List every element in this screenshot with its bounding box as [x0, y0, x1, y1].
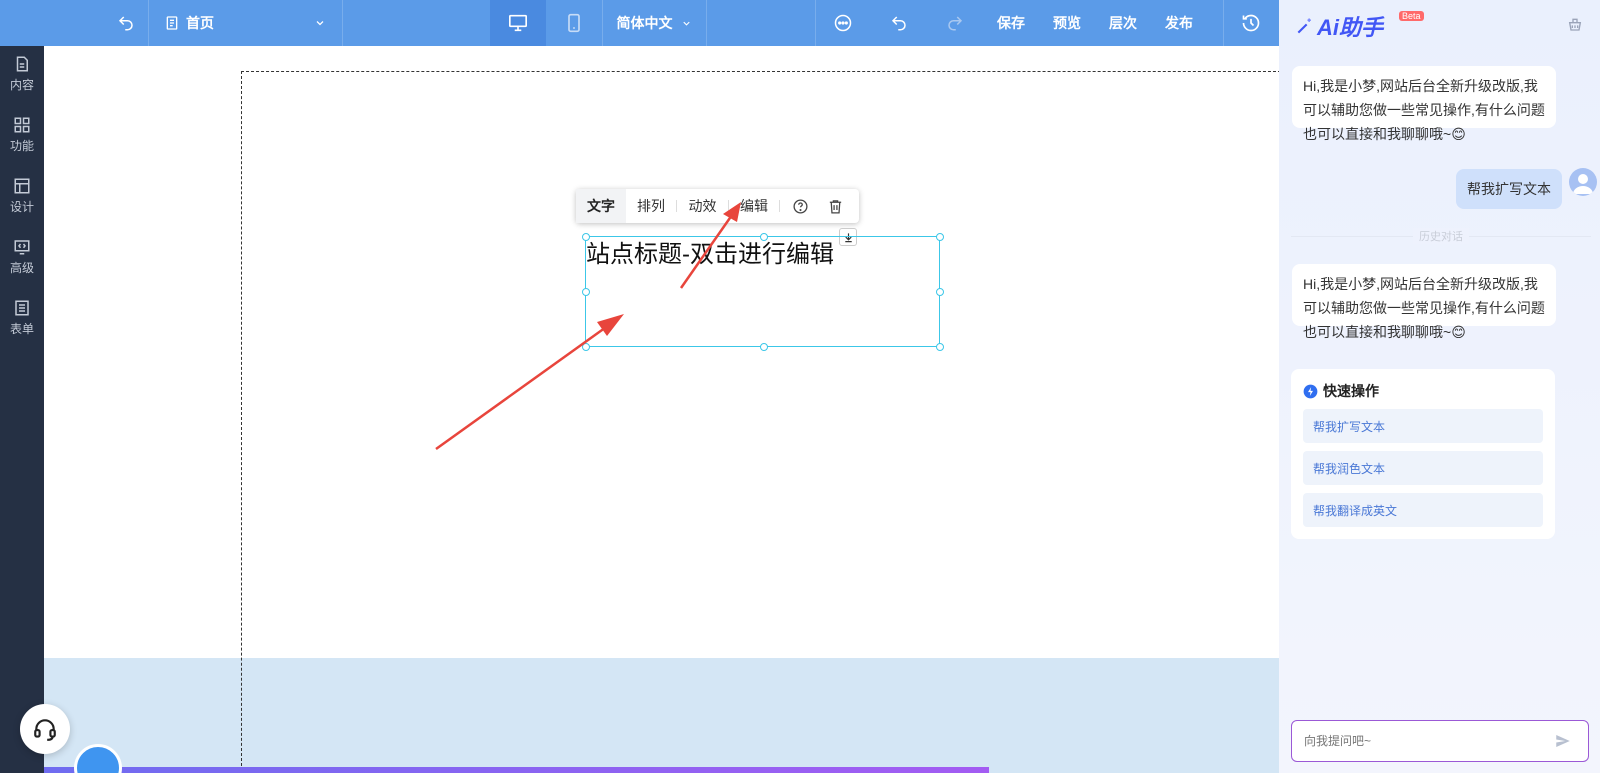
layout-icon: [14, 178, 30, 194]
history-label: 历史对话: [1413, 228, 1469, 244]
quick-actions-title: 快速操作: [1303, 381, 1379, 401]
sidebar-item-label: 内容: [9, 78, 34, 92]
ai-assistant-panel: Ai助手 Beta Hi,我是小梦,网站后台全新升级改版,我可以辅助您做一些常见…: [1279, 0, 1600, 773]
back-button[interactable]: [104, 0, 148, 46]
sidebar-item-label: 表单: [9, 322, 34, 336]
save-button[interactable]: 保存: [983, 0, 1039, 46]
form-icon: [15, 300, 29, 316]
sidebar-item-form[interactable]: 表单: [0, 290, 44, 346]
history-icon: [1242, 14, 1260, 32]
grid-icon: [14, 117, 30, 133]
desktop-icon: [509, 14, 527, 32]
sidebar-item-features[interactable]: 功能: [0, 107, 44, 163]
user-avatar: [1569, 168, 1597, 196]
undo-button[interactable]: [871, 0, 927, 46]
user-message: 帮我扩写文本: [1456, 169, 1562, 209]
more-button[interactable]: [815, 0, 871, 46]
sidebar-item-content[interactable]: 内容: [0, 46, 44, 102]
ai-message: Hi,我是小梦,网站后台全新升级改版,我可以辅助您做一些常见操作,有什么问题也可…: [1292, 264, 1556, 340]
page-select-label: 首页: [186, 15, 214, 31]
ai-logo: Ai助手: [1295, 10, 1383, 42]
beta-badge: Beta: [1399, 11, 1424, 21]
ai-chat-input-box: [1291, 720, 1589, 762]
smile-emoji-icon: 😊: [1451, 324, 1466, 340]
sidebar-item-label: 设计: [9, 200, 34, 214]
ai-chat-input[interactable]: [1304, 734, 1544, 748]
ai-title: Ai助手: [1317, 15, 1384, 40]
magic-wand-icon: [1297, 18, 1311, 34]
arrow-to-text-element: [435, 314, 624, 451]
history-button[interactable]: [1223, 0, 1279, 46]
desktop-view-button[interactable]: [490, 0, 546, 46]
document-icon: [16, 56, 28, 72]
chevron-down-icon: [682, 21, 690, 26]
publish-button[interactable]: 发布: [1151, 0, 1207, 46]
editor-app: 首页 简体中文 保存 预览 层次 发布 内容 功能 设计 高级 表单 文字 排列…: [0, 0, 1600, 773]
send-icon[interactable]: [1554, 732, 1572, 750]
code-icon: [14, 240, 30, 255]
layers-button[interactable]: 层次: [1095, 0, 1151, 46]
arrow-to-edit-tab: [679, 202, 741, 289]
sidebar-item-label: 高级: [9, 261, 34, 275]
clear-chat-icon[interactable]: [1567, 16, 1583, 32]
ai-message-text: Hi,我是小梦,网站后台全新升级改版,我可以辅助您做一些常见操作,有什么问题也可…: [1303, 78, 1545, 142]
quick-action-translate[interactable]: 帮我翻译成英文: [1303, 493, 1543, 527]
ai-message-text: Hi,我是小梦,网站后台全新升级改版,我可以辅助您做一些常见操作,有什么问题也可…: [1303, 276, 1545, 340]
mobile-view-button[interactable]: [546, 0, 602, 46]
left-sidebar: 内容 功能 设计 高级 表单: [0, 46, 44, 773]
lightning-icon: [1303, 384, 1318, 398]
design-canvas[interactable]: 文字 排列 动效 编辑 站点标题-双击进行编辑: [44, 46, 1281, 773]
headset-icon: [34, 719, 56, 741]
ai-header: Ai助手 Beta: [1279, 0, 1600, 46]
undo-icon: [891, 16, 906, 31]
quick-action-polish[interactable]: 帮我润色文本: [1303, 451, 1543, 485]
preview-button[interactable]: 预览: [1039, 0, 1095, 46]
sidebar-item-label: 功能: [9, 139, 34, 153]
user-message-text: 帮我扩写文本: [1467, 181, 1551, 197]
page-icon: [166, 16, 178, 30]
ai-message: Hi,我是小梦,网站后台全新升级改版,我可以辅助您做一些常见操作,有什么问题也可…: [1292, 66, 1556, 142]
sidebar-item-advanced[interactable]: 高级: [0, 229, 44, 285]
top-toolbar: 首页 简体中文 保存 预览 层次 发布: [0, 0, 1279, 46]
chevron-down-icon: [316, 21, 324, 26]
customer-service-button[interactable]: [20, 704, 70, 754]
more-icon: [834, 14, 852, 32]
quick-action-expand[interactable]: 帮我扩写文本: [1303, 409, 1543, 443]
avatar-icon: [1573, 174, 1593, 194]
redo-icon: [948, 16, 963, 31]
page-select[interactable]: 首页: [148, 0, 342, 46]
mobile-icon: [568, 13, 580, 33]
back-arrow-icon: [118, 16, 133, 31]
sidebar-item-design[interactable]: 设计: [0, 168, 44, 224]
smile-emoji-icon: 😊: [1451, 126, 1466, 142]
loading-progress-bar: [44, 767, 989, 773]
language-select[interactable]: 简体中文: [602, 0, 706, 46]
quick-actions-card: 快速操作 帮我扩写文本 帮我润色文本 帮我翻译成英文: [1291, 369, 1555, 539]
annotation-arrows: [435, 202, 741, 451]
redo-button[interactable]: [927, 0, 983, 46]
language-label: 简体中文: [616, 15, 673, 31]
